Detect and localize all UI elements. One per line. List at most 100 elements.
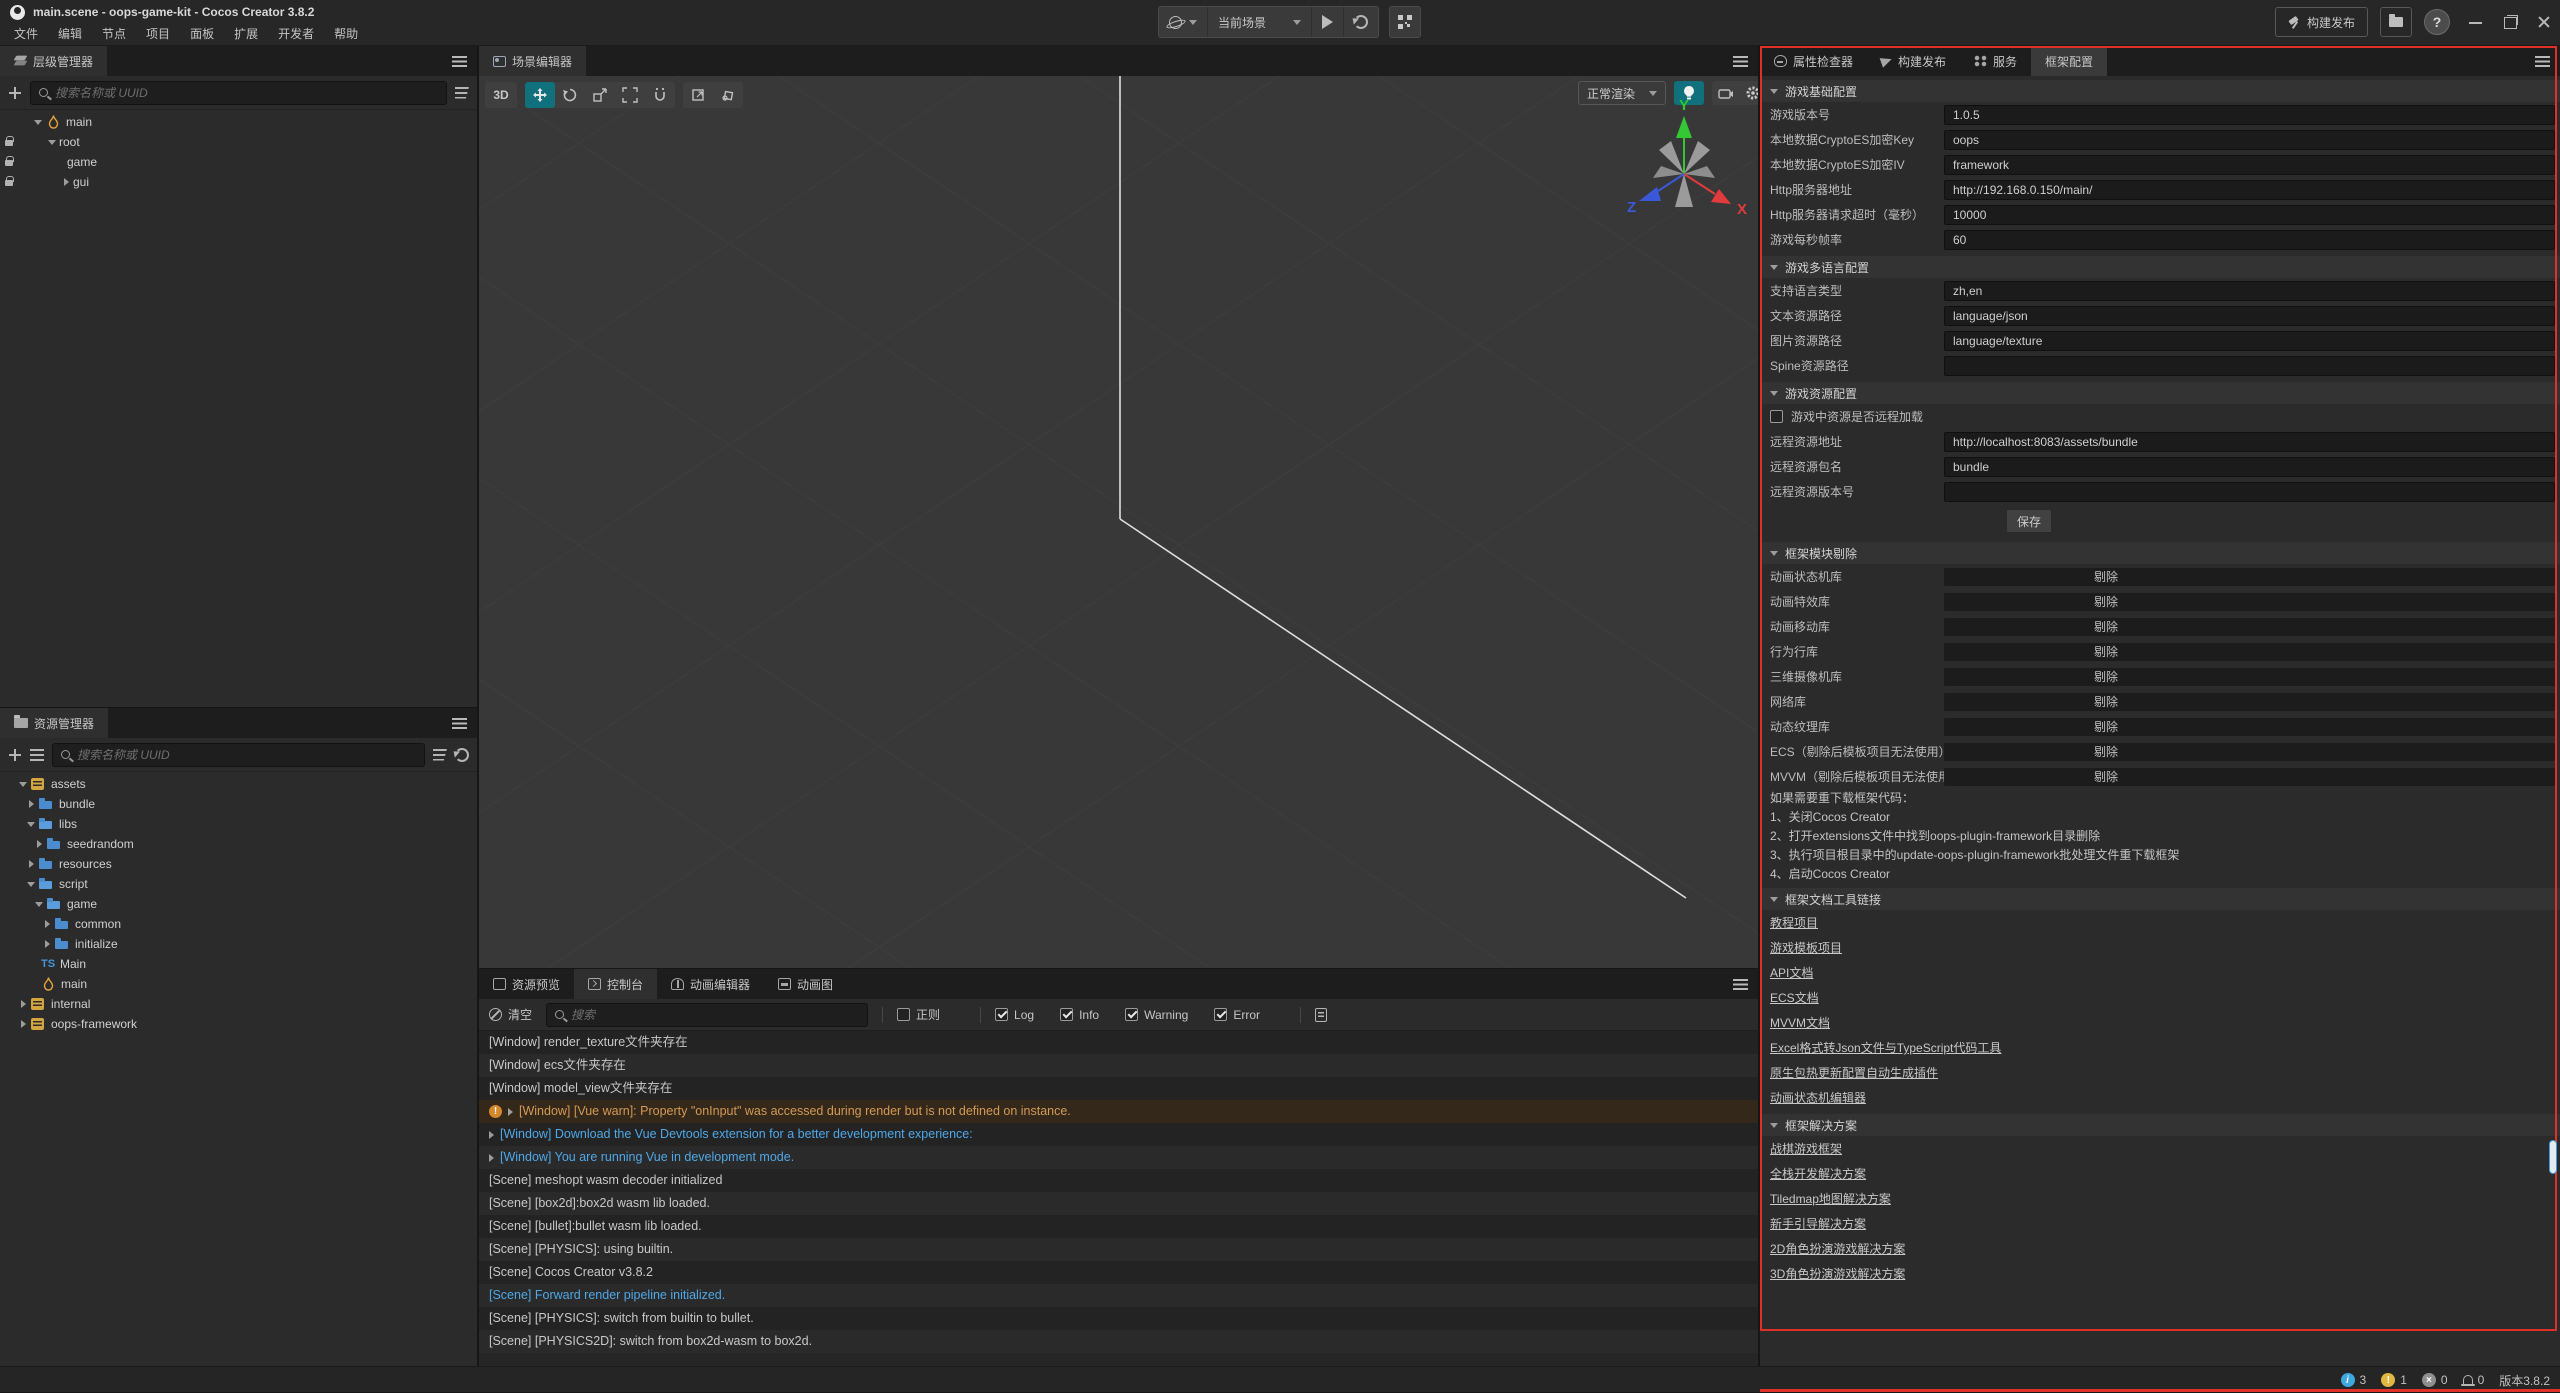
menu-item-0[interactable]: 文件 [4, 24, 48, 44]
section-header[interactable]: 游戏资源配置 [1760, 382, 2560, 404]
module-remove-button[interactable]: 剔除 [2094, 743, 2118, 761]
console-tab-2[interactable]: 动画编辑器 [657, 969, 764, 999]
close-button[interactable] [2536, 14, 2552, 30]
expand-icon[interactable] [489, 1131, 494, 1139]
notification-count[interactable]: 0 [2463, 1373, 2485, 1387]
console-log-row[interactable]: [Window] ecs文件夹存在 [479, 1054, 1758, 1077]
preview-device-select[interactable] [1159, 7, 1208, 37]
tree-row[interactable]: internal [0, 994, 477, 1014]
console-filter-log[interactable]: Log [995, 1008, 1034, 1022]
save-button[interactable]: 保存 [2006, 509, 2052, 533]
menu-item-6[interactable]: 开发者 [268, 24, 324, 44]
doc-link[interactable]: 游戏模板项目 [1770, 939, 1842, 956]
section-header[interactable]: 框架模块剔除 [1760, 542, 2560, 564]
log-file-icon[interactable] [1315, 1008, 1327, 1022]
module-remove-button[interactable]: 剔除 [2094, 568, 2118, 586]
console-log-row[interactable]: [Window] Download the Vue Devtools exten… [479, 1123, 1758, 1146]
tree-row[interactable]: TSMain [0, 954, 477, 974]
field-input[interactable] [1944, 432, 2555, 452]
panel-menu-icon[interactable] [1733, 979, 1748, 990]
menu-item-4[interactable]: 面板 [180, 24, 224, 44]
create-asset-button[interactable] [8, 748, 22, 762]
console-log-row[interactable]: [Scene] [PHYSICS2D]: switch from box2d-w… [479, 1330, 1758, 1353]
move-tool-button[interactable] [525, 82, 555, 108]
chevron-right-icon[interactable] [40, 937, 54, 951]
console-log-row[interactable]: [Scene] Forward render pipeline initiali… [479, 1284, 1758, 1307]
tab-hierarchy[interactable]: 层级管理器 [0, 46, 107, 76]
tree-row[interactable]: assets [0, 774, 477, 794]
create-node-button[interactable] [8, 86, 22, 100]
console-log-row[interactable]: [Scene] Cocos Creator v3.8.2 [479, 1261, 1758, 1284]
field-input[interactable] [1944, 180, 2555, 200]
checkbox-unchecked-icon[interactable] [897, 1008, 910, 1021]
console-log-row[interactable]: ![Window] [Vue warn]: Property "onInput"… [479, 1100, 1758, 1123]
inspector-tab-0[interactable]: 属性检查器 [1760, 46, 1867, 76]
tree-row[interactable]: main [0, 112, 477, 132]
assets-search-input[interactable] [77, 748, 416, 762]
tree-row[interactable]: seedrandom [0, 834, 477, 854]
view-gizmo[interactable]: Y X Z [1609, 94, 1758, 244]
section-header[interactable]: 游戏多语言配置 [1760, 256, 2560, 278]
menu-item-2[interactable]: 节点 [92, 24, 136, 44]
module-remove-button[interactable]: 剔除 [2094, 618, 2118, 636]
doc-link[interactable]: Tiledmap地图解决方案 [1770, 1190, 1891, 1207]
doc-link[interactable]: 全栈开发解决方案 [1770, 1165, 1866, 1182]
console-filter-error[interactable]: Error [1214, 1008, 1260, 1022]
panel-menu-icon[interactable] [452, 718, 467, 729]
panel-menu-icon[interactable] [2535, 56, 2550, 67]
field-input[interactable] [1944, 155, 2555, 175]
inspector-tab-2[interactable]: 服务 [1960, 46, 2031, 76]
expand-icon[interactable] [489, 1154, 494, 1162]
tree-row[interactable]: common [0, 914, 477, 934]
field-input[interactable] [1944, 331, 2555, 351]
checkbox-unchecked-icon[interactable] [1770, 410, 1783, 423]
chevron-right-icon[interactable] [59, 175, 73, 189]
console-clear-button[interactable]: 清空 [489, 1006, 532, 1023]
chevron-right-icon[interactable] [24, 797, 38, 811]
checkbox-checked-icon[interactable] [1214, 1008, 1227, 1021]
projection-3d-button[interactable]: 3D [485, 82, 517, 108]
chevron-down-icon[interactable] [31, 115, 45, 129]
field-input[interactable] [1944, 457, 2555, 477]
tree-row[interactable]: gui [0, 172, 477, 192]
console-tab-1[interactable]: 控制台 [574, 969, 657, 999]
doc-link[interactable]: 动画状态机编辑器 [1770, 1089, 1866, 1106]
build-publish-button[interactable]: 构建发布 [2275, 7, 2368, 37]
tab-assets[interactable]: 资源管理器 [0, 708, 108, 738]
doc-link[interactable]: 战棋游戏框架 [1770, 1140, 1842, 1157]
console-log-row[interactable]: [Scene] [box2d]:box2d wasm lib loaded. [479, 1192, 1758, 1215]
ui-transform-tool-button[interactable] [645, 82, 675, 108]
preview-qr-button[interactable] [1389, 6, 1421, 38]
doc-link[interactable]: 教程项目 [1770, 914, 1818, 931]
doc-link[interactable]: 3D角色扮演游戏解决方案 [1770, 1265, 1905, 1282]
console-log-row[interactable]: [Scene] [PHYSICS]: switch from builtin t… [479, 1307, 1758, 1330]
field-input[interactable] [1944, 306, 2555, 326]
module-remove-button[interactable]: 剔除 [2094, 593, 2118, 611]
tree-row[interactable]: resources [0, 854, 477, 874]
checkbox-row[interactable]: 游戏中资源是否远程加载 [1760, 404, 2560, 429]
console-log-row[interactable]: [Window] You are running Vue in developm… [479, 1146, 1758, 1169]
module-remove-button[interactable]: 剔除 [2094, 643, 2118, 661]
error-count[interactable]: 0 [2422, 1373, 2448, 1387]
console-search-input[interactable] [571, 1008, 859, 1022]
field-input[interactable] [1944, 130, 2555, 150]
console-log-row[interactable]: [Scene] [bullet]:bullet wasm lib loaded. [479, 1215, 1758, 1238]
section-header[interactable]: 框架文档工具链接 [1760, 888, 2560, 910]
hierarchy-search[interactable] [30, 81, 447, 105]
tree-row[interactable]: bundle [0, 794, 477, 814]
chevron-right-icon[interactable] [32, 837, 46, 851]
hierarchy-search-input[interactable] [55, 86, 438, 100]
tree-row[interactable]: game [0, 152, 477, 172]
console-log-row[interactable]: [Window] model_view文件夹存在 [479, 1077, 1758, 1100]
tree-row[interactable]: main [0, 974, 477, 994]
console-log-row[interactable]: [Window] render_texture文件夹存在 [479, 1031, 1758, 1054]
tree-row[interactable]: initialize [0, 934, 477, 954]
menu-item-5[interactable]: 扩展 [224, 24, 268, 44]
console-log-list[interactable]: [Window] render_texture文件夹存在[Window] ecs… [479, 1031, 1758, 1366]
field-input[interactable] [1944, 205, 2555, 225]
doc-link[interactable]: Excel格式转Json文件与TypeScript代码工具 [1770, 1039, 2001, 1056]
chevron-down-icon[interactable] [24, 877, 38, 891]
field-input[interactable] [1944, 105, 2555, 125]
coordinate-toggle-button[interactable] [713, 82, 743, 108]
chevron-right-icon[interactable] [16, 1017, 30, 1031]
